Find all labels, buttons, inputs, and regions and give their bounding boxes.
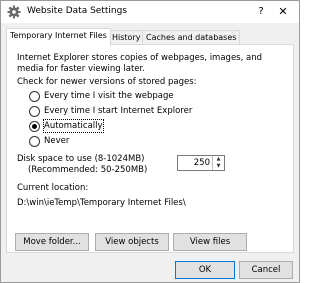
view-files-button[interactable]: View files xyxy=(173,233,247,251)
close-icon[interactable]: ✕ xyxy=(275,3,291,21)
move-folder-button[interactable]: Move folder... xyxy=(15,233,89,251)
radio-label: Automatically xyxy=(43,119,104,133)
disk-space-spinner[interactable]: 250 ▲ ▼ xyxy=(177,155,225,171)
disk-space-label-line1: Disk space to use (8-1024MB) xyxy=(17,154,145,164)
disk-space-label: Disk space to use (8-1024MB) (Recommende… xyxy=(17,154,177,176)
tab-history[interactable]: History xyxy=(108,30,145,45)
disk-space-label-line2: (Recommended: 50-250MB) xyxy=(28,165,148,175)
current-location-path: D:\win\ieTemp\Temporary Internet Files\ xyxy=(17,198,186,208)
radio-label: Every time I visit the webpage xyxy=(44,91,174,101)
radio-button[interactable] xyxy=(29,136,40,147)
radio-button[interactable] xyxy=(29,91,40,102)
description-text: Internet Explorer stores copies of webpa… xyxy=(17,53,262,74)
spin-down-icon[interactable]: ▼ xyxy=(212,163,224,170)
current-location-label: Current location: xyxy=(17,183,89,193)
window-title: Website Data Settings xyxy=(27,6,128,16)
ok-button[interactable]: OK xyxy=(175,261,235,279)
website-data-settings-dialog: Website Data Settings ? ✕ Temporary Inte… xyxy=(0,0,300,283)
check-newer-label: Check for newer versions of stored pages… xyxy=(17,77,197,87)
radio-label: Never xyxy=(44,136,70,146)
spin-up-icon[interactable]: ▲ xyxy=(212,156,224,163)
tab-panel: Internet Explorer stores copies of webpa… xyxy=(6,44,294,253)
view-objects-button[interactable]: View objects xyxy=(95,233,169,251)
tab-caches-and-databases[interactable]: Caches and databases xyxy=(142,30,241,45)
radio-label: Every time I start Internet Explorer xyxy=(44,106,193,116)
tab-temporary-internet-files[interactable]: Temporary Internet Files xyxy=(6,28,111,46)
title-bar: Website Data Settings ? ✕ xyxy=(1,1,299,23)
cancel-button[interactable]: Cancel xyxy=(239,261,293,279)
help-button[interactable]: ? xyxy=(253,3,269,21)
radio-button[interactable] xyxy=(29,106,40,117)
settings-gear-icon xyxy=(7,5,21,19)
radio-button-selected[interactable] xyxy=(29,121,40,132)
disk-space-value[interactable]: 250 xyxy=(194,156,210,170)
